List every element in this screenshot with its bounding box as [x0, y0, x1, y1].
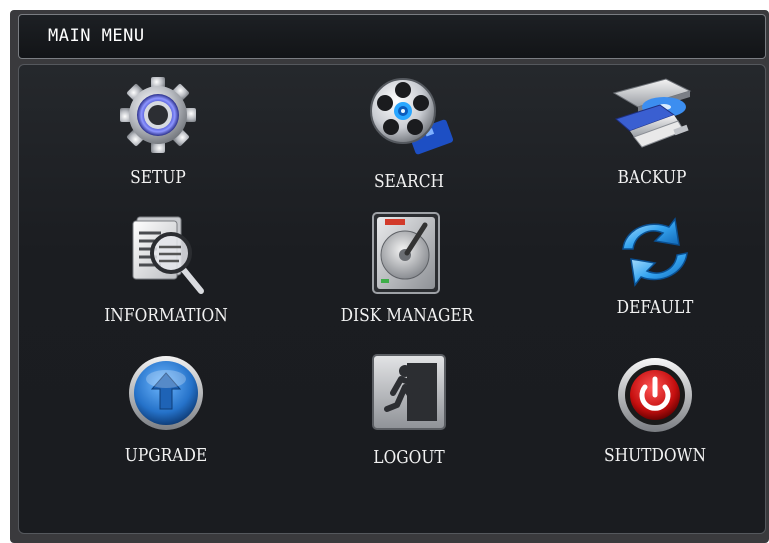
exit-running-man-icon [372, 354, 446, 430]
title-bar: MAIN MENU [18, 14, 766, 59]
page-title: MAIN MENU [48, 26, 145, 46]
gear-icon [120, 77, 196, 153]
menu-item-label: SHUTDOWN [603, 445, 707, 466]
menu-item-upgrade[interactable]: UPGRADE [66, 353, 266, 483]
main-menu-panel: SETUP SEARCH BACKUP INFORMATION DISK MAN… [18, 64, 766, 534]
menu-item-label: SETUP [130, 167, 186, 188]
menu-item-backup[interactable]: BACKUP [552, 75, 752, 205]
menu-item-label: INFORMATION [104, 305, 228, 326]
menu-item-label: BACKUP [617, 167, 687, 188]
film-reel-search-icon [370, 78, 454, 155]
document-magnifier-icon [132, 216, 204, 294]
menu-item-label: DEFAULT [616, 297, 694, 318]
menu-item-default[interactable]: DEFAULT [555, 215, 755, 345]
menu-item-label: SEARCH [373, 171, 445, 192]
refresh-arrows-icon [622, 217, 688, 287]
hard-disk-icon [372, 212, 440, 294]
menu-item-shutdown[interactable]: SHUTDOWN [555, 355, 755, 485]
menu-item-information[interactable]: INFORMATION [66, 213, 266, 343]
menu-item-disk-manager[interactable]: DISK MANAGER [307, 211, 507, 341]
menu-item-setup[interactable]: SETUP [58, 75, 258, 205]
disc-drive-usb-icon [612, 78, 692, 148]
power-icon [618, 358, 692, 432]
menu-item-search[interactable]: SEARCH [309, 75, 509, 205]
menu-item-label: LOGOUT [373, 447, 445, 468]
menu-item-logout[interactable]: LOGOUT [309, 353, 509, 483]
upload-arrow-icon [129, 356, 203, 430]
menu-item-label: UPGRADE [124, 445, 208, 466]
menu-item-label: DISK MANAGER [340, 305, 474, 326]
